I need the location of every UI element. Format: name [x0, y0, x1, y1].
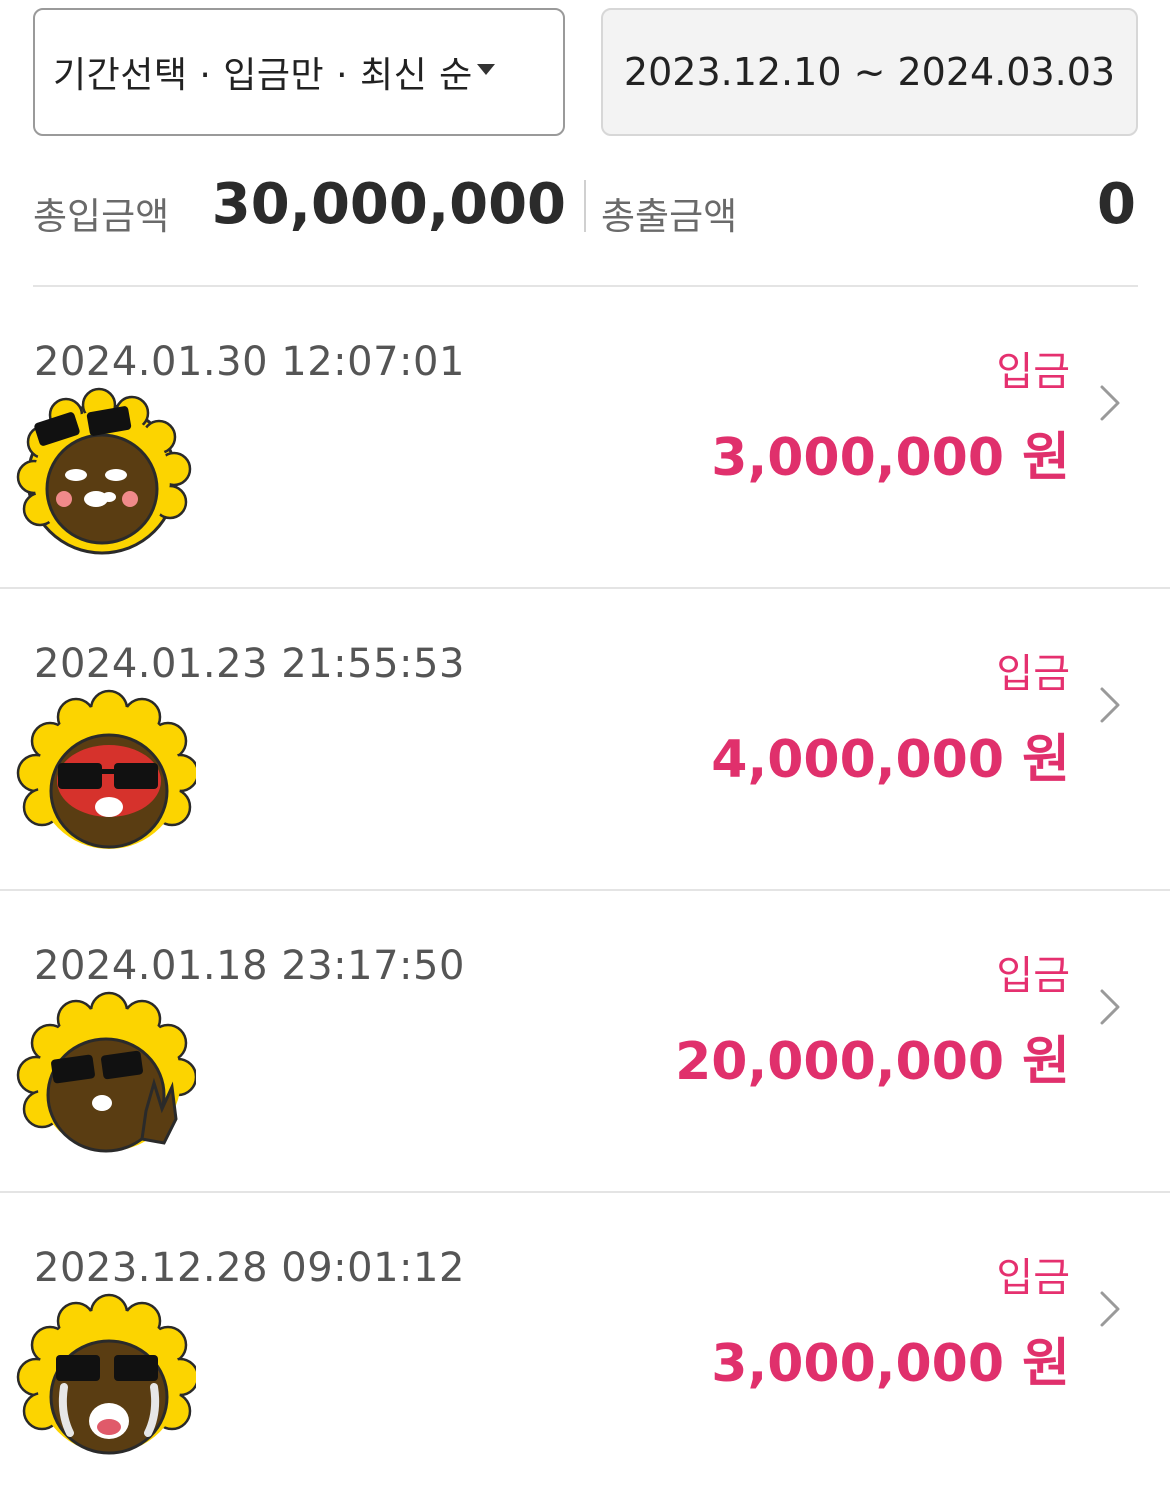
- transaction-row[interactable]: 2024.01.30 12:07:01 입금 3,000,000 원: [0, 287, 1170, 589]
- total-deposit-label: 총입금액: [33, 195, 170, 238]
- totals-divider: [584, 180, 586, 232]
- filter-bar: 기간선택 · 입금만 · 최신 순 2023.12.10 ~ 2024.03.0…: [33, 8, 1138, 139]
- transaction-type: 입금: [996, 953, 1070, 999]
- chevron-right-icon: [1100, 385, 1120, 421]
- transaction-time: 2023.12.28 09:01:12: [34, 1245, 465, 1291]
- transaction-time: 2024.01.30 12:07:01: [34, 339, 465, 385]
- chevron-right-icon: [1100, 989, 1120, 1025]
- blushing-character-icon: [16, 387, 192, 555]
- transaction-amount: 3,000,000 원: [711, 428, 1070, 488]
- date-range-label: 2023.12.10 ~ 2024.03.03: [623, 50, 1116, 94]
- chevron-right-icon: [1100, 1291, 1120, 1327]
- transaction-type: 입금: [996, 349, 1070, 395]
- transaction-time: 2024.01.23 21:55:53: [34, 641, 465, 687]
- total-withdrawal-label: 총출금액: [601, 195, 738, 238]
- rock-hand-character-icon: [16, 991, 196, 1153]
- caret-down-icon: [476, 63, 495, 75]
- transaction-list: 2024.01.30 12:07:01 입금 3,000,000 원 2024.…: [0, 287, 1170, 1493]
- transaction-row[interactable]: 2024.01.18 23:17:50 입금 20,000,000 원: [0, 891, 1170, 1193]
- transaction-type: 입금: [996, 651, 1070, 697]
- transaction-row[interactable]: 2023.12.28 09:01:12 입금 3,000,000 원: [0, 1193, 1170, 1493]
- transaction-time: 2024.01.18 23:17:50: [34, 943, 465, 989]
- total-withdrawal-value: 0: [1097, 172, 1136, 237]
- total-deposit-value: 30,000,000: [211, 172, 566, 237]
- red-faced-character-icon: [16, 689, 196, 849]
- date-range-button[interactable]: 2023.12.10 ~ 2024.03.03: [601, 8, 1138, 136]
- transaction-amount: 3,000,000 원: [711, 1334, 1070, 1394]
- crying-character-icon: [16, 1293, 196, 1455]
- chevron-right-icon: [1100, 687, 1120, 723]
- transaction-amount: 4,000,000 원: [711, 730, 1070, 790]
- transaction-amount: 20,000,000 원: [675, 1032, 1070, 1092]
- filter-label: 기간선택 · 입금만 · 최신 순: [53, 55, 473, 96]
- totals-summary: 총입금액 30,000,000 총출금액 0: [33, 168, 1138, 250]
- transaction-type: 입금: [996, 1255, 1070, 1301]
- transaction-row[interactable]: 2024.01.23 21:55:53 입금 4,000,000 원: [0, 589, 1170, 891]
- filter-dropdown[interactable]: 기간선택 · 입금만 · 최신 순: [33, 8, 565, 136]
